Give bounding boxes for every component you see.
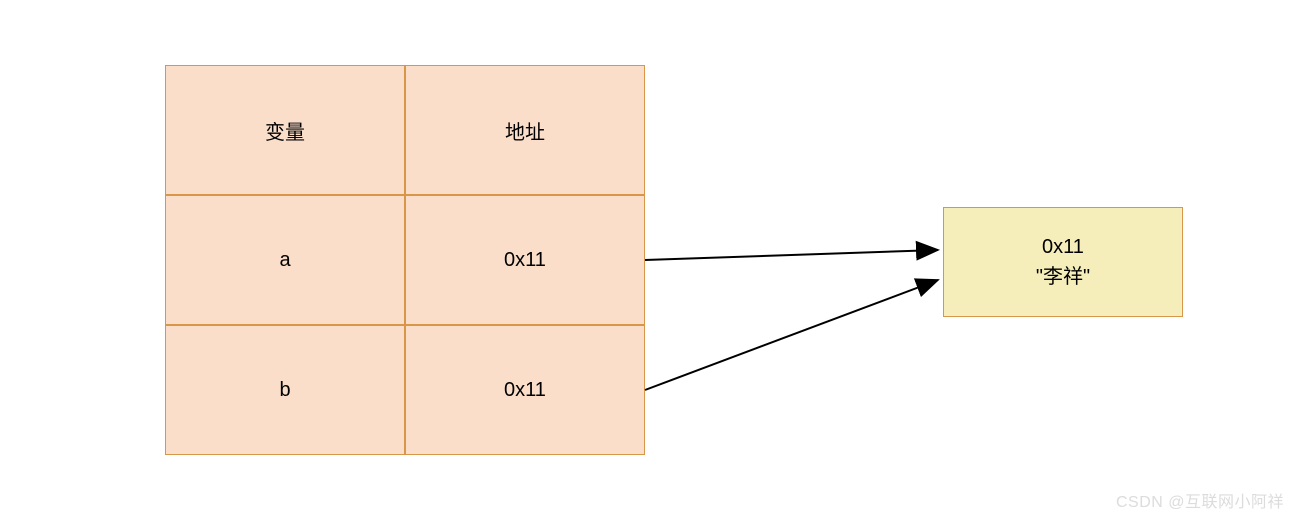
memory-box: 0x11 "李祥" xyxy=(943,207,1183,317)
variable-address-table: 变量 地址 a 0x11 b 0x11 xyxy=(165,65,645,455)
table-row: b 0x11 xyxy=(165,325,645,455)
cell-variable-a: a xyxy=(165,195,405,325)
watermark: CSDN @互联网小阿祥 xyxy=(1116,488,1284,512)
arrow-b-to-memory xyxy=(645,280,938,390)
memory-address: 0x11 xyxy=(1042,232,1084,262)
cell-variable-b: b xyxy=(165,325,405,455)
table-header-row: 变量 地址 xyxy=(165,65,645,195)
header-variable: 变量 xyxy=(165,65,405,195)
cell-address-a: 0x11 xyxy=(405,195,645,325)
cell-address-b: 0x11 xyxy=(405,325,645,455)
table-row: a 0x11 xyxy=(165,195,645,325)
memory-value: "李祥" xyxy=(1036,262,1090,292)
arrow-a-to-memory xyxy=(645,250,938,260)
header-address: 地址 xyxy=(405,65,645,195)
